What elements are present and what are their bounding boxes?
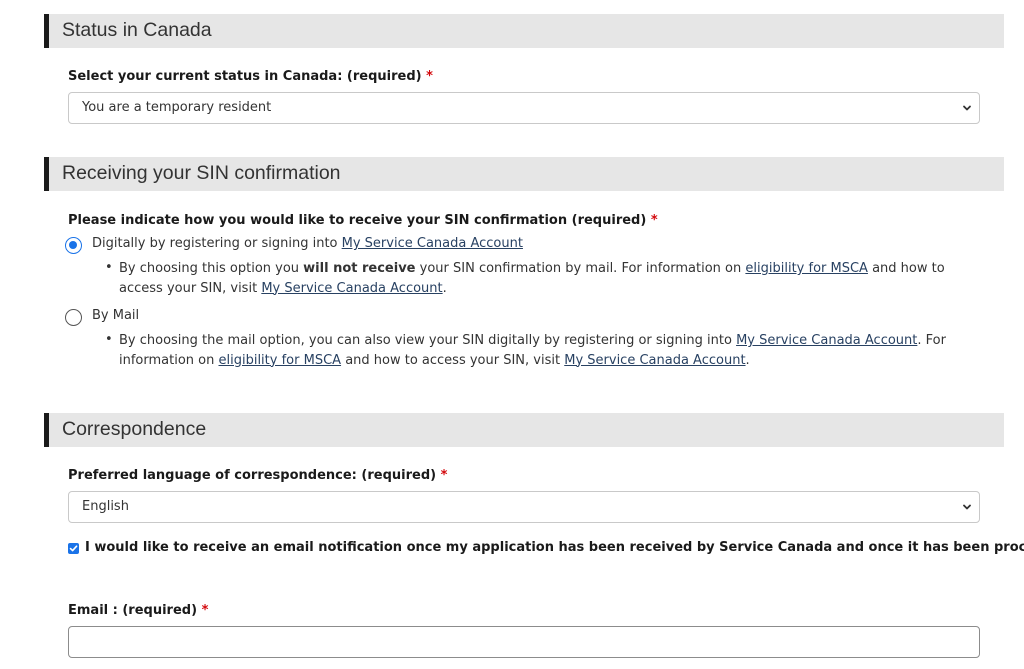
- required-mark: *: [426, 69, 433, 84]
- email-notification-checkbox[interactable]: [68, 543, 79, 554]
- status-select-value: You are a temporary resident: [82, 100, 272, 115]
- msca-link[interactable]: My Service Canada Account: [261, 281, 442, 296]
- msca-link[interactable]: My Service Canada Account: [342, 236, 523, 251]
- section-header-sin: Receiving your SIN confirmation: [44, 157, 1004, 191]
- eligibility-msca-link[interactable]: eligibility for MSCA: [219, 353, 342, 368]
- note-text: and how to access your SIN, visit: [345, 352, 561, 368]
- email-label: Email : (required) *: [68, 603, 208, 618]
- language-label-text: Preferred language of correspondence: (r…: [68, 468, 437, 483]
- eligibility-msca-link[interactable]: eligibility for MSCA: [745, 261, 868, 276]
- option-mail-label: By Mail: [92, 308, 139, 323]
- required-mark: *: [650, 213, 658, 228]
- status-label-text: Select your current status in Canada: (r…: [68, 69, 422, 84]
- status-select[interactable]: You are a temporary resident: [68, 92, 980, 124]
- option-digital-text: Digitally by registering or signing into: [92, 236, 338, 251]
- radio-digital[interactable]: [65, 237, 82, 254]
- bullet-marker: •: [105, 260, 113, 275]
- radio-mail[interactable]: [65, 309, 82, 326]
- option-mail-text: By Mail: [92, 308, 140, 323]
- chevron-down-icon: [963, 504, 971, 510]
- radio-digital-dot: [69, 241, 77, 249]
- note-text: .: [745, 352, 750, 368]
- mail-note: By choosing the mail option, you can als…: [119, 331, 979, 370]
- note-text: .: [442, 280, 447, 296]
- required-mark: *: [440, 468, 448, 483]
- email-notification-label: I would like to receive an email notific…: [85, 540, 1024, 555]
- language-label: Preferred language of correspondence: (r…: [68, 468, 447, 483]
- checkmark-icon: [69, 545, 78, 552]
- sin-label: Please indicate how you would like to re…: [68, 213, 658, 228]
- note-emphasis: will not receive: [303, 261, 416, 276]
- note-text: By choosing this option you: [119, 261, 300, 276]
- required-mark: *: [201, 603, 209, 618]
- note-text: your SIN confirmation by mail. For infor…: [419, 261, 742, 276]
- section-title-correspondence: Correspondence: [62, 418, 207, 440]
- msca-link[interactable]: My Service Canada Account: [736, 333, 917, 348]
- section-title-status: Status in Canada: [62, 19, 212, 41]
- option-digital-label: Digitally by registering or signing into…: [92, 236, 523, 251]
- note-text: By choosing the mail option, you can als…: [119, 333, 732, 348]
- bullet-marker: •: [105, 332, 113, 347]
- msca-link[interactable]: My Service Canada Account: [564, 353, 745, 368]
- section-title-sin: Receiving your SIN confirmation: [62, 162, 341, 184]
- section-header-status: Status in Canada: [44, 14, 1004, 48]
- email-input[interactable]: [68, 626, 980, 658]
- sin-label-text: Please indicate how you would like to re…: [68, 213, 647, 228]
- digital-note: By choosing this option you will not rec…: [119, 259, 979, 298]
- language-select-value: English: [82, 499, 129, 514]
- status-label: Select your current status in Canada: (r…: [68, 69, 433, 84]
- section-header-correspondence: Correspondence: [44, 413, 1004, 447]
- email-label-text: Email : (required): [68, 603, 198, 618]
- chevron-down-icon: [963, 105, 971, 111]
- language-select[interactable]: English: [68, 491, 980, 523]
